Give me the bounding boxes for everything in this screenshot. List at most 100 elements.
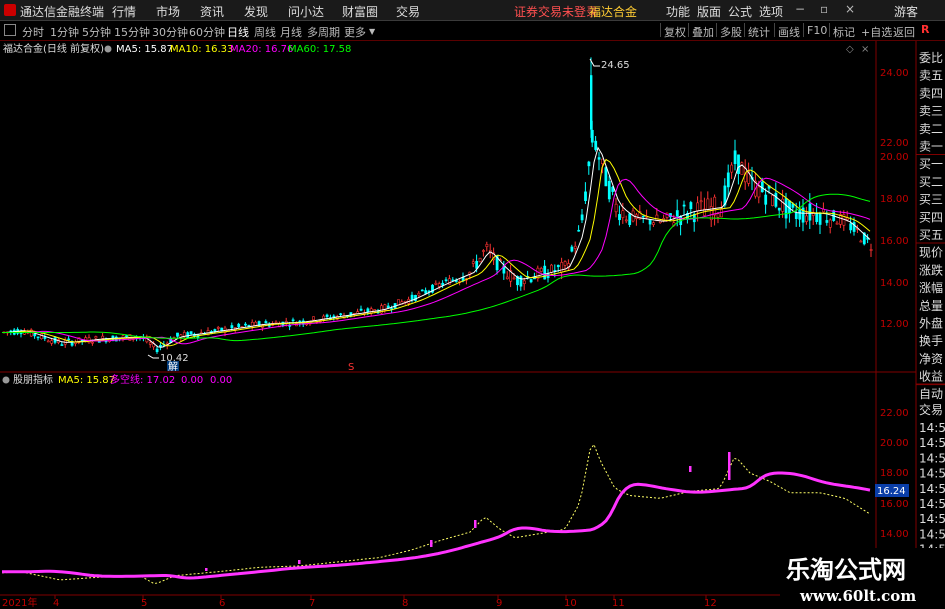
high-price-label: 24.65 — [601, 60, 630, 71]
toolbar-divider — [716, 23, 717, 37]
side-label: 卖五 — [919, 69, 943, 83]
candle-body — [519, 276, 523, 287]
side-label: 买四 — [919, 210, 943, 224]
candle-body — [36, 336, 40, 339]
candle-body — [621, 210, 625, 218]
menu-caifuquan[interactable]: 财富圈 — [342, 3, 378, 20]
tool-diejia[interactable]: 叠加 — [692, 24, 714, 40]
candle-body — [805, 215, 808, 222]
kline-chart[interactable]: 福达合金(日线 前复权) MA5: 15.87 MA10: 16.33 MA20… — [0, 41, 945, 609]
toolbar-divider — [829, 23, 830, 37]
candle-body — [50, 340, 54, 344]
candle-body — [706, 198, 710, 211]
trade-time: 14:56 — [919, 421, 945, 435]
more-chevron-icon[interactable]: ▼ — [369, 27, 375, 36]
user-guest[interactable]: 游客 — [894, 3, 918, 20]
candle-body — [505, 276, 509, 280]
tool-fuquan[interactable]: 复权 — [664, 24, 686, 40]
y-tick: 24.00 — [880, 68, 909, 79]
candle-body — [176, 332, 179, 337]
candle-body — [101, 335, 105, 339]
tool-duogu[interactable]: 多股 — [720, 24, 742, 40]
x-tick: 9 — [496, 598, 502, 609]
minimize-icon[interactable]: − — [795, 2, 805, 16]
tab-1min[interactable]: 1分钟 — [50, 24, 79, 40]
candle-body — [675, 210, 679, 217]
sub-indicator-settings-icon — [2, 376, 10, 384]
candle-body — [859, 240, 863, 243]
tab-30min[interactable]: 30分钟 — [152, 24, 188, 40]
tab-15min[interactable]: 15分钟 — [114, 24, 150, 40]
candle-body — [624, 219, 628, 222]
tab-daily[interactable]: 日线 — [227, 24, 249, 40]
tab-multi-period[interactable]: 多周期 — [307, 24, 340, 40]
sub-bar — [205, 568, 208, 571]
ma10-label: MA10: 16.33 — [170, 44, 233, 55]
side-label: 卖一 — [919, 140, 943, 154]
menu-jiaoyi[interactable]: 交易 — [396, 3, 420, 20]
restore-icon[interactable]: ▫ — [820, 2, 828, 16]
ma5-label: MA5: 15.87 — [116, 44, 173, 55]
toolbar-divider — [744, 23, 745, 37]
candle-body — [730, 164, 734, 173]
sub-value-b: 0.00 — [210, 375, 232, 386]
side-label: 卖三 — [919, 104, 943, 118]
candle-body — [696, 202, 700, 212]
tab-weekly[interactable]: 周线 — [254, 24, 276, 40]
candle-body — [244, 323, 247, 326]
menu-gongshi[interactable]: 公式 — [728, 3, 752, 20]
sub-bar — [474, 520, 477, 528]
candle-body — [784, 198, 788, 219]
x-tick: 2021年 — [2, 596, 37, 609]
tool-huaxian[interactable]: 画线 — [778, 24, 800, 40]
side-label: 涨跌 — [919, 262, 943, 277]
menu-zixun[interactable]: 资讯 — [200, 3, 224, 20]
menu-gongneng[interactable]: 功能 — [666, 3, 690, 20]
x-tick: 11 — [612, 598, 625, 609]
menu-shichang[interactable]: 市场 — [156, 3, 180, 20]
trade-time: 14:56 — [919, 527, 945, 541]
trade-time: 14:56 — [919, 512, 945, 526]
candle-body — [794, 212, 798, 219]
tool-add-favorite[interactable]: +自选 — [861, 24, 892, 40]
candle-body — [417, 292, 421, 296]
y-tick: 16.00 — [880, 236, 909, 247]
menu-wenxiaoda[interactable]: 问小达 — [288, 3, 324, 20]
menu-faxian[interactable]: 发现 — [244, 3, 268, 20]
candle-body — [682, 204, 686, 207]
candle-body — [543, 265, 547, 280]
candle-body — [46, 340, 50, 343]
side-label: 收益 — [919, 370, 943, 384]
menu-hangqing[interactable]: 行情 — [112, 3, 136, 20]
tool-return[interactable]: 返回 — [893, 24, 915, 40]
candle-body — [604, 167, 608, 187]
candle-body — [264, 321, 268, 324]
tab-60min[interactable]: 60分钟 — [189, 24, 225, 40]
trade-time: 14:56 — [919, 482, 945, 496]
candle-body — [325, 314, 329, 317]
candle-body — [607, 180, 611, 200]
r-badge[interactable]: R — [921, 23, 929, 36]
candle-body — [437, 283, 441, 287]
candle-body — [597, 157, 601, 160]
menu-banmian[interactable]: 版面 — [697, 3, 721, 20]
candle-body — [291, 319, 295, 322]
side-label: 现价 — [919, 246, 943, 260]
candle-body — [539, 268, 543, 272]
login-status[interactable]: 证券交易未登录 — [514, 3, 598, 20]
tool-f10[interactable]: F10 — [807, 24, 827, 37]
tool-biaoji[interactable]: 标记 — [833, 24, 855, 40]
candle-body — [577, 229, 581, 232]
tab-more[interactable]: 更多 — [344, 24, 366, 40]
tab-5min[interactable]: 5分钟 — [82, 24, 111, 40]
toolbar-divider — [774, 23, 775, 37]
tool-tongji[interactable]: 统计 — [748, 24, 770, 40]
tab-monthly[interactable]: 月线 — [280, 24, 302, 40]
menu-xuanxiang[interactable]: 选项 — [759, 3, 783, 20]
x-tick: 5 — [141, 598, 147, 609]
tab-fenshi[interactable]: 分时 — [22, 24, 44, 40]
close-icon[interactable]: × — [845, 2, 855, 16]
candle-body — [410, 294, 414, 301]
panel-toggle-icon[interactable] — [4, 24, 16, 36]
candle-body — [254, 321, 258, 326]
